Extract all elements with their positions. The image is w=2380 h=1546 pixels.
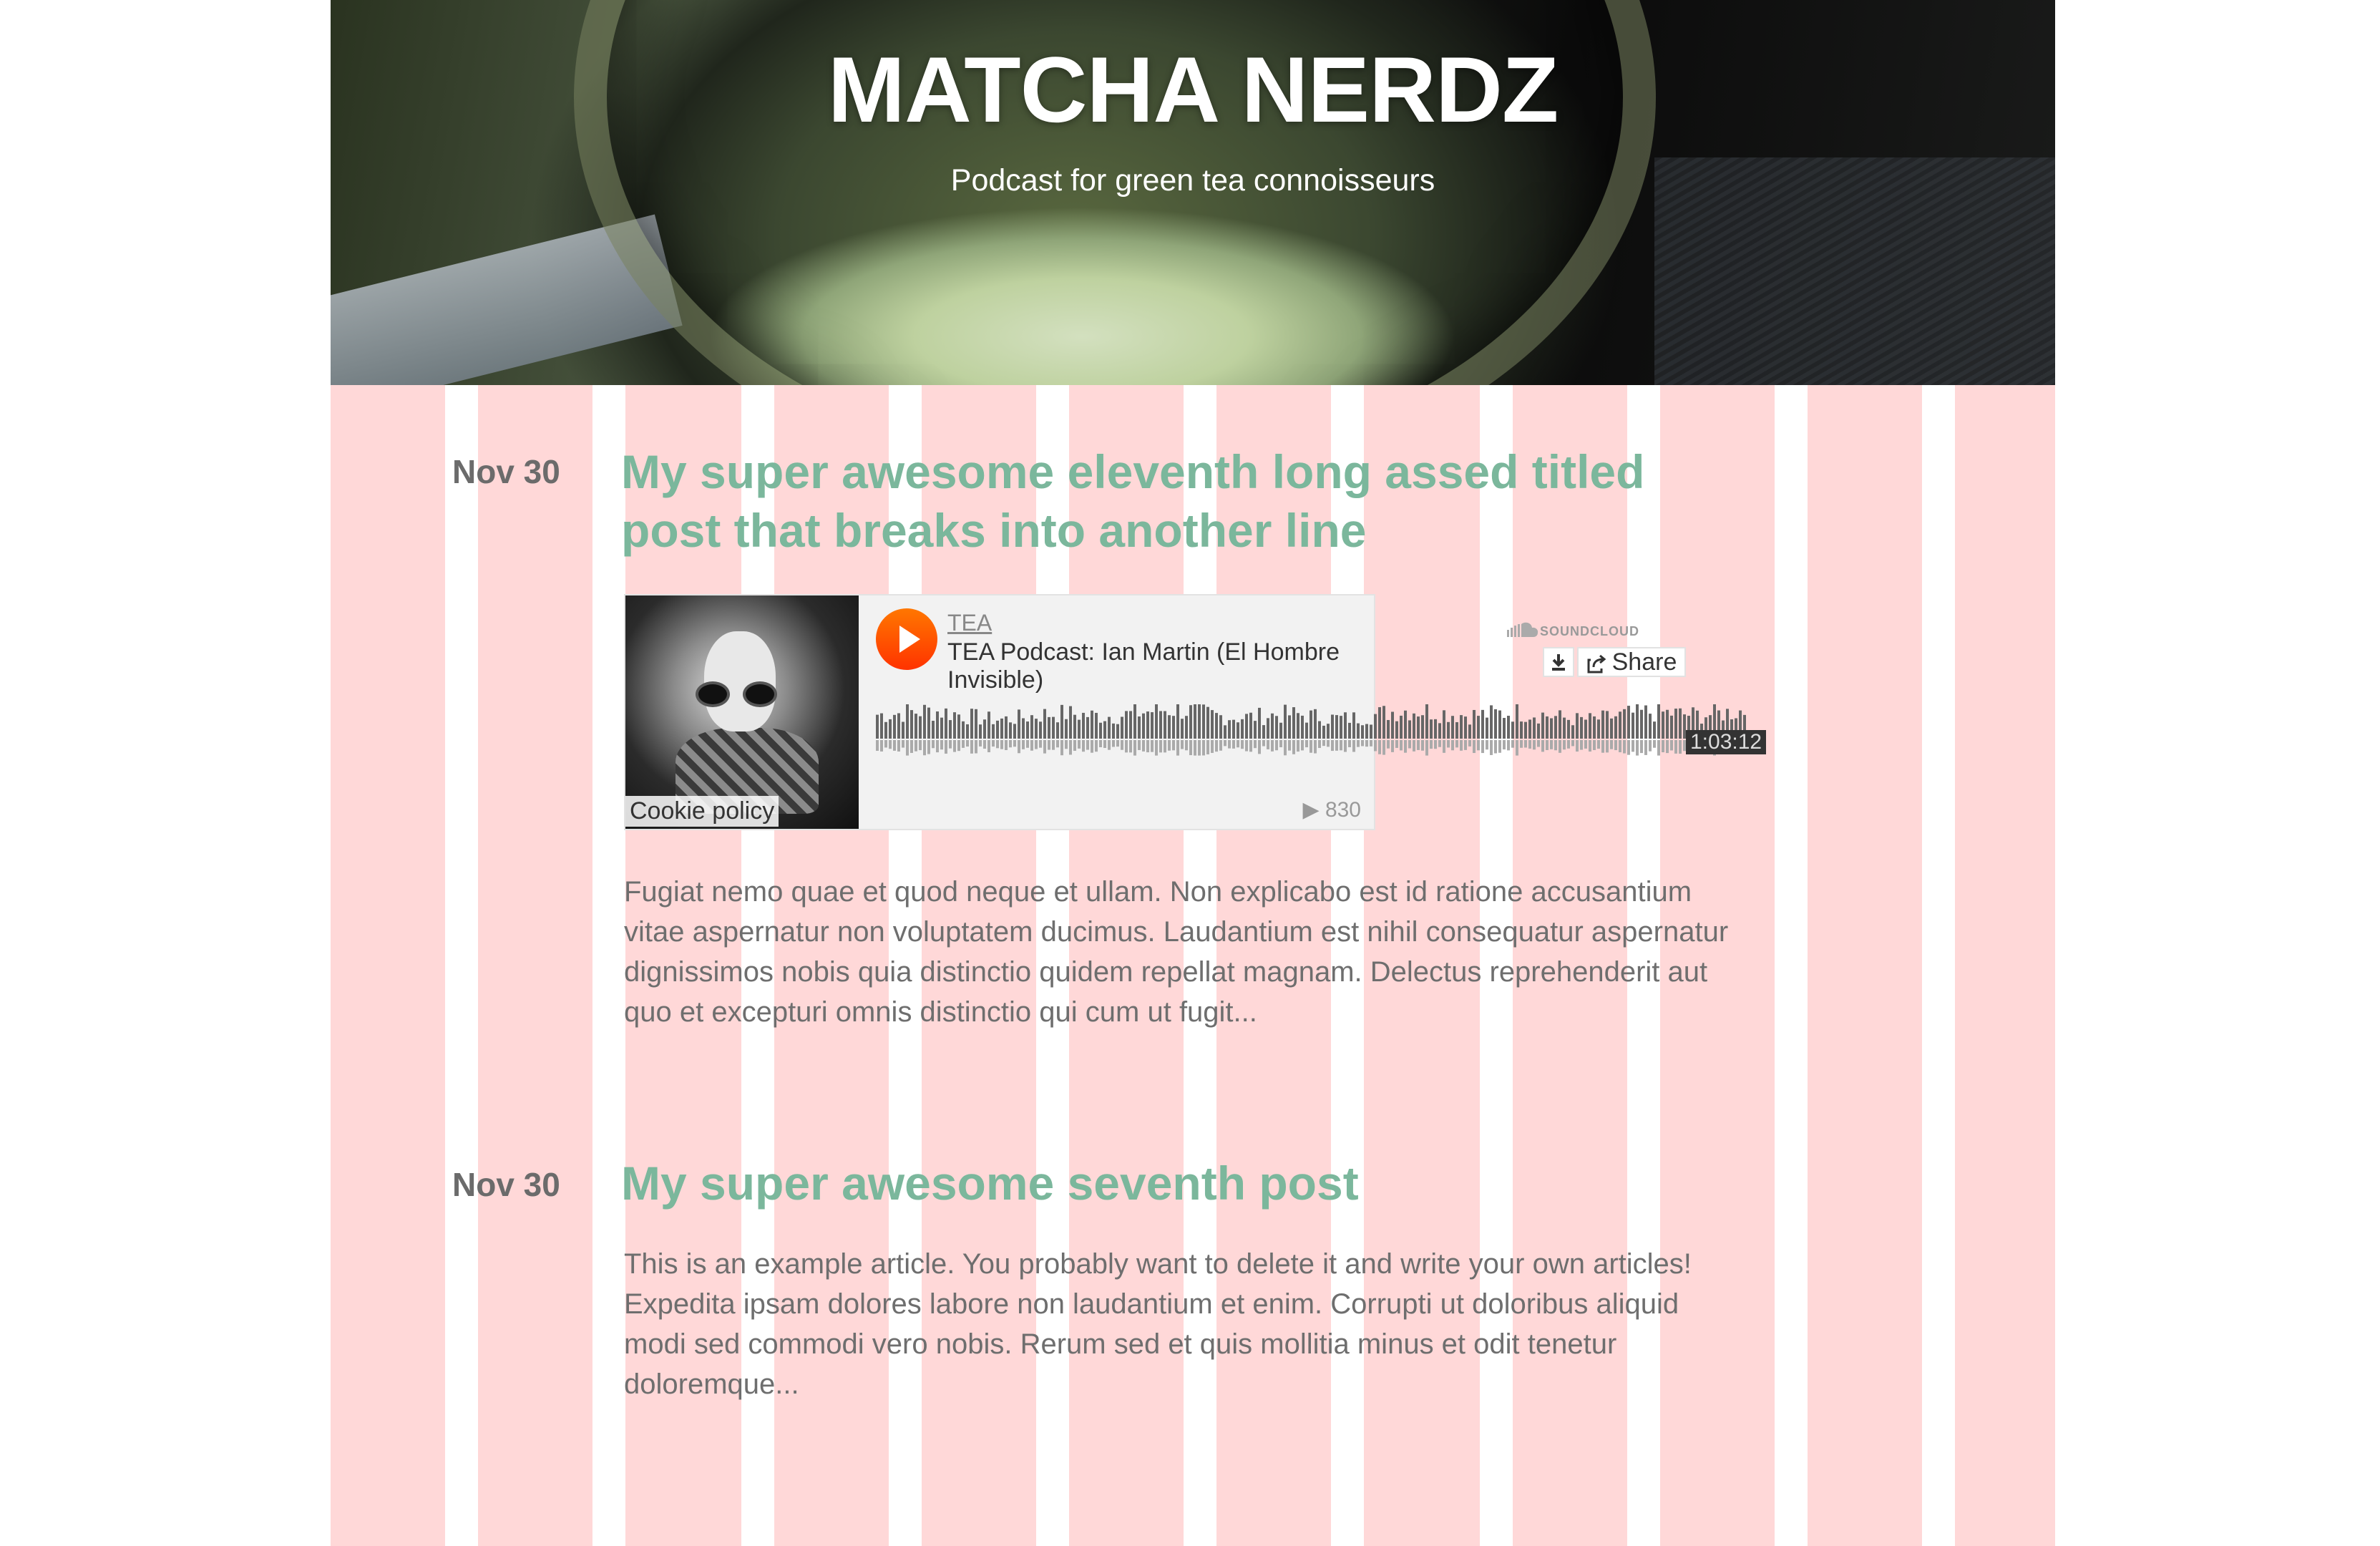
site-subtitle: Podcast for green tea connoisseurs [950,163,1435,198]
share-label: Share [1611,648,1677,676]
waveform[interactable] [876,696,1747,774]
hero-header: MATCHA NERDZ Podcast for green tea conno… [331,0,2055,385]
play-icon [899,626,920,653]
soundcloud-logo-text[interactable]: SOUNDCLOUD [1540,624,1639,639]
grid-column [1955,385,2055,1546]
cookie-policy-link[interactable]: Cookie policy [625,796,779,827]
post-title[interactable]: My super awesome seventh post [621,1154,1709,1212]
download-button[interactable] [1543,647,1574,677]
post-excerpt-line: Expedita ipsam dolores labore non laudan… [624,1288,1679,1400]
play-count: ▶ 830 [1302,798,1361,822]
download-icon [1552,654,1565,671]
soundcloud-player: Cookie policy TEA TEA Podcast: Ian Marti… [624,594,1767,830]
share-button[interactable]: Share [1577,647,1686,677]
soundcloud-icon[interactable] [1507,621,1538,637]
post-excerpt: Fugiat nemo quae et quod neque et ullam.… [624,876,1729,1028]
grid-column [331,385,445,1546]
post-date: Nov 30 [452,1166,560,1203]
track-title-link[interactable]: TEA Podcast: Ian Martin (El Hombre Invis… [947,638,1374,694]
artwork-figure-goggles [696,681,789,707]
page: MATCHA NERDZ Podcast for green tea conno… [331,0,2055,1546]
post-title[interactable]: My super awesome eleventh long assed tit… [621,442,1709,560]
post-excerpt: This is an example article. You probably… [624,1244,1740,1404]
play-button[interactable] [876,608,937,670]
share-icon [1587,654,1606,674]
content-area: Nov 30 My super awesome eleventh long as… [331,385,2055,1546]
track-artwork[interactable]: Cookie policy [625,595,859,829]
grid-column [1808,385,1922,1546]
grid-column [478,385,592,1546]
track-duration: 1:03:12 [1686,730,1767,754]
post-date: Nov 30 [452,453,560,490]
track-user-link[interactable]: TEA [947,610,992,636]
post-excerpt-line: This is an example article. You probably… [624,1248,1692,1280]
site-title[interactable]: MATCHA NERDZ [331,36,2055,143]
